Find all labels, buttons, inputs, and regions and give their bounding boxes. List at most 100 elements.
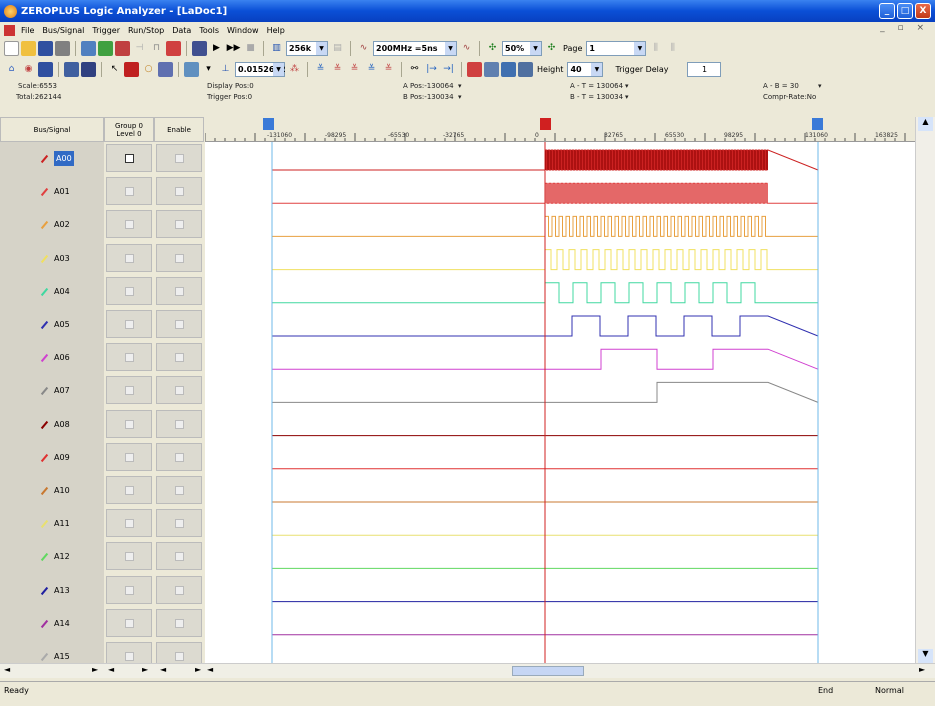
jump-end-icon[interactable]: →| — [441, 62, 456, 77]
page-prev-icon[interactable]: ⫼ — [648, 41, 663, 56]
chevron-down-icon[interactable]: ▼ — [530, 41, 541, 55]
enable-cell[interactable] — [156, 576, 202, 604]
menu-file[interactable]: File — [17, 26, 38, 35]
group-level-cell[interactable] — [106, 410, 152, 438]
chevron-down-icon[interactable]: ▾ — [458, 93, 462, 101]
group-level-cell[interactable] — [106, 443, 152, 471]
enable-cell[interactable] — [156, 376, 202, 404]
group-level-cell[interactable] — [106, 376, 152, 404]
edge-prev-icon[interactable]: ≚ — [330, 62, 345, 77]
horizontal-scroll-thumb[interactable] — [512, 666, 584, 676]
enable-cell[interactable] — [156, 277, 202, 305]
cursor-b-icon[interactable]: ○ — [141, 62, 156, 77]
signal-row-a05[interactable]: A05 — [0, 308, 104, 341]
signal-row-a11[interactable]: A11 — [0, 507, 104, 540]
enable-cell[interactable] — [156, 443, 202, 471]
signal-row-a06[interactable]: A06 — [0, 341, 104, 374]
enable-cell[interactable] — [156, 343, 202, 371]
save-icon[interactable] — [38, 40, 53, 56]
enable-cell[interactable] — [156, 509, 202, 537]
signal-row-a00[interactable]: A00 — [0, 142, 104, 175]
enable-cell[interactable] — [156, 410, 202, 438]
page-next-icon[interactable]: ⫼ — [665, 41, 680, 56]
waveform-view-icon[interactable] — [64, 61, 79, 77]
chevron-down-icon[interactable]: ▼ — [316, 41, 327, 55]
enable-cell[interactable] — [156, 177, 202, 205]
group-icon[interactable] — [98, 40, 113, 56]
signal-row-a13[interactable]: A13 — [0, 574, 104, 607]
enable-cell[interactable] — [156, 476, 202, 504]
enable-cell[interactable] — [156, 609, 202, 637]
waveform-canvas[interactable]: FFFF00FFFF00 — [205, 117, 915, 691]
enable-cell[interactable] — [156, 144, 202, 172]
chevron-down-icon[interactable]: ▾ — [818, 82, 822, 90]
close-button[interactable]: X — [915, 3, 931, 19]
enable-cell[interactable] — [156, 210, 202, 238]
chevron-down-icon[interactable]: ▼ — [273, 62, 284, 76]
memory-depth-select[interactable]: 256k ▼ — [286, 40, 328, 56]
bus-signal-header[interactable]: Bus/Signal — [0, 117, 104, 142]
list-view-icon[interactable] — [81, 61, 96, 77]
group-header[interactable]: Group 0 Level 0 — [104, 117, 154, 142]
edge-search-icon[interactable]: ≚ — [313, 62, 328, 77]
scroll-right-icon[interactable]: ► — [919, 665, 925, 674]
signal-row-a09[interactable]: A09 — [0, 441, 104, 474]
stop-icon[interactable]: ■ — [243, 41, 258, 56]
scroll-up-icon[interactable]: ▲ — [918, 117, 933, 131]
group-level-cell[interactable] — [106, 476, 152, 504]
print-icon[interactable] — [55, 40, 70, 56]
group-level-cell[interactable] — [106, 277, 152, 305]
edge-last-icon[interactable]: ≚ — [381, 62, 396, 77]
enable-cell[interactable] — [156, 310, 202, 338]
home-icon[interactable]: ⌂ — [4, 62, 19, 77]
enable-cell[interactable] — [156, 542, 202, 570]
pointer-icon[interactable]: ↖ — [107, 62, 122, 77]
zoom-select[interactable]: 50% ▼ — [502, 40, 542, 56]
chevron-down-icon[interactable]: ▾ — [458, 82, 462, 90]
group-level-cell[interactable] — [106, 576, 152, 604]
analysis-icon[interactable] — [501, 61, 516, 77]
menu-help[interactable]: Help — [263, 26, 289, 35]
group-level-cell[interactable] — [106, 210, 152, 238]
menu-run-stop[interactable]: Run/Stop — [124, 26, 168, 35]
signal-row-a04[interactable]: A04 — [0, 275, 104, 308]
jump-start-icon[interactable]: |→ — [424, 62, 439, 77]
statistics-icon[interactable] — [484, 61, 499, 77]
trigger-edge-icon[interactable]: ⊓ — [149, 41, 164, 56]
group-level-cell[interactable] — [106, 144, 152, 172]
signal-row-a12[interactable]: A12 — [0, 540, 104, 573]
group-level-cell[interactable] — [106, 177, 152, 205]
document-icon[interactable] — [4, 24, 15, 36]
goto-icon[interactable]: ◉ — [21, 62, 36, 77]
config-icon[interactable] — [192, 40, 207, 56]
run-icon[interactable]: ▶ — [209, 41, 224, 56]
mdi-controls[interactable]: _ ▫ × — [880, 23, 929, 33]
group-level-cell[interactable] — [106, 244, 152, 272]
menu-bus-signal[interactable]: Bus/Signal — [38, 26, 88, 35]
scale-value-select[interactable]: 0.0152602 ▼ — [235, 61, 286, 77]
edge-next-icon[interactable]: ≚ — [347, 62, 362, 77]
binoculars-icon[interactable]: ⚯ — [407, 62, 422, 77]
memory-option-icon[interactable]: ▤ — [330, 41, 345, 56]
menu-window[interactable]: Window — [223, 26, 263, 35]
signal-row-a10[interactable]: A10 — [0, 474, 104, 507]
maximize-button[interactable]: □ — [897, 3, 913, 19]
signal-row-a02[interactable]: A02 — [0, 208, 104, 241]
time-ruler[interactable]: -131060 -98295 -65530 -32765 0 32765 65530 9829… — [205, 117, 915, 142]
horizontal-scrollbar[interactable]: ◄ ► ◄ ► ◄ ► ◄ ► — [0, 663, 935, 678]
signal-row-a08[interactable]: A08 — [0, 408, 104, 441]
scroll-right-icon[interactable]: ► — [195, 665, 201, 674]
chevron-down-icon[interactable]: ▾ — [625, 93, 629, 101]
run-repeat-icon[interactable]: ▶▶ — [226, 41, 241, 56]
vertical-scrollbar[interactable]: ▲ ▼ — [915, 117, 935, 663]
new-file-icon[interactable] — [4, 40, 19, 56]
clock-option-icon[interactable]: ∿ — [459, 41, 474, 56]
scroll-right-icon[interactable]: ► — [92, 665, 98, 674]
group-level-cell[interactable] — [106, 542, 152, 570]
scroll-left-icon[interactable]: ◄ — [160, 665, 166, 674]
edge-first-icon[interactable]: ≚ — [364, 62, 379, 77]
group-level-cell[interactable] — [106, 509, 152, 537]
search-icon[interactable]: ⁂ — [287, 62, 302, 77]
chevron-down-icon[interactable]: ▼ — [445, 41, 456, 55]
marker-icon[interactable] — [158, 61, 173, 77]
